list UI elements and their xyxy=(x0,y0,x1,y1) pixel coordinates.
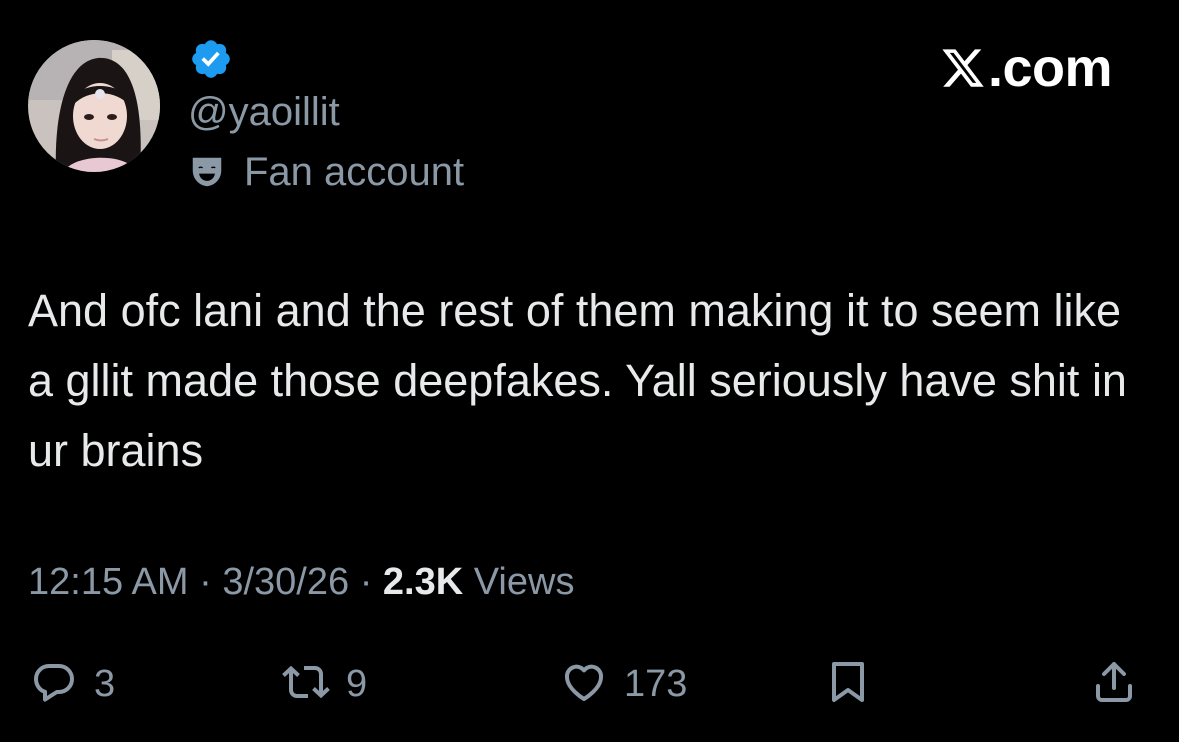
meta-separator: · xyxy=(199,561,212,603)
retweet-count: 9 xyxy=(346,662,368,705)
x-logo-icon xyxy=(940,45,986,91)
views-count: 2.3K xyxy=(382,561,464,603)
tweet-text: And ofc lani and the rest of them making… xyxy=(28,285,1127,476)
verified-badge-icon xyxy=(189,37,233,81)
author-handle[interactable]: @yaoillit xyxy=(188,88,340,136)
tweet-time[interactable]: 12:15 AM xyxy=(28,561,189,603)
bookmark-icon xyxy=(824,658,872,711)
theater-mask-icon xyxy=(188,153,226,191)
profile-avatar[interactable] xyxy=(28,40,160,172)
reply-icon xyxy=(30,658,78,711)
meta-separator: · xyxy=(359,561,373,603)
tweet-meta: 12:15 AM · 3/30/26 · 2.3K Views xyxy=(28,558,574,606)
views-label: Views xyxy=(473,561,575,603)
tweet-date[interactable]: 3/30/26 xyxy=(222,561,349,603)
share-icon xyxy=(1090,658,1138,711)
account-label-text: Fan account xyxy=(244,149,465,194)
retweet-icon xyxy=(282,658,330,711)
bookmark-button[interactable] xyxy=(824,654,872,714)
reply-button[interactable]: 3 xyxy=(30,654,115,714)
account-label: Fan account xyxy=(188,148,464,196)
share-button[interactable] xyxy=(1090,654,1138,714)
brand-domain-text: .com xyxy=(988,38,1113,98)
retweet-button[interactable]: 9 xyxy=(282,654,367,714)
heart-icon xyxy=(560,658,608,711)
like-button[interactable]: 173 xyxy=(560,654,687,714)
reply-count: 3 xyxy=(94,662,116,705)
action-bar: 3 9 173 xyxy=(0,654,1179,714)
like-count: 173 xyxy=(624,662,688,705)
brand-watermark: .com xyxy=(940,38,1113,98)
